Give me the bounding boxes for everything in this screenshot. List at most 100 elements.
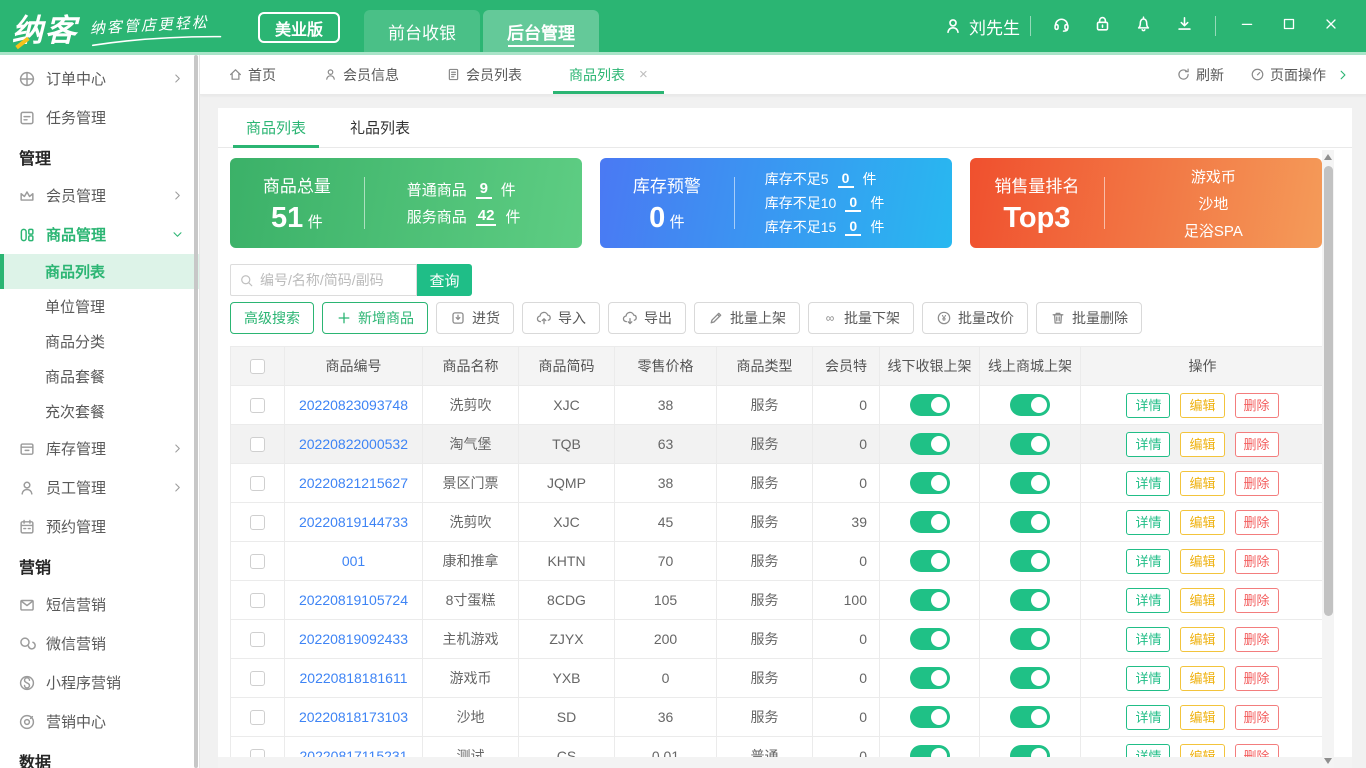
add-product-button[interactable]: 新增商品 [322, 302, 428, 334]
batch-reprice-button[interactable]: ¥ 批量改价 [922, 302, 1028, 334]
edit-button[interactable]: 编辑 [1180, 392, 1225, 418]
detail-button[interactable]: 详情 [1126, 626, 1171, 652]
gift-list-tab[interactable]: 礼品列表 [350, 108, 410, 147]
horizontal-scrollbar[interactable] [218, 757, 1352, 768]
edit-button[interactable]: 编辑 [1180, 626, 1225, 652]
bell-icon[interactable] [1134, 14, 1153, 33]
offline-cashier-toggle[interactable] [909, 667, 950, 689]
sidebar-item-inventory-management[interactable]: 库存管理 [0, 429, 199, 468]
detail-button[interactable]: 详情 [1126, 431, 1171, 457]
sidebar-item-order-center[interactable]: 订单中心 [0, 59, 199, 98]
row-checkbox[interactable] [250, 670, 265, 686]
sidebar-scrollbar[interactable] [194, 55, 198, 768]
online-mall-toggle[interactable] [1010, 511, 1050, 533]
row-checkbox[interactable] [250, 631, 265, 647]
sidebar-item-product-management[interactable]: 商品管理 [0, 215, 199, 254]
edit-button[interactable]: 编辑 [1180, 704, 1225, 730]
sidebar-item-unit-management[interactable]: 单位管理 [0, 289, 199, 324]
delete-button[interactable]: 删除 [1234, 392, 1279, 418]
product-code-link[interactable]: 20220818173103 [299, 709, 408, 725]
offline-cashier-toggle[interactable] [909, 628, 950, 650]
edit-button[interactable]: 编辑 [1180, 431, 1225, 457]
product-code-link[interactable]: 20220821215627 [299, 475, 408, 491]
batch-delete-button[interactable]: 批量删除 [1036, 302, 1142, 334]
online-mall-toggle[interactable] [1010, 667, 1050, 689]
delete-button[interactable]: 删除 [1234, 470, 1279, 496]
sidebar-item-product-list[interactable]: 商品列表 [0, 254, 199, 289]
product-list-tab[interactable]: 商品列表 × [553, 55, 664, 94]
scroll-up-arrow[interactable] [1322, 150, 1334, 164]
row-checkbox[interactable] [250, 514, 265, 530]
online-mall-toggle[interactable] [1010, 550, 1050, 572]
chevron-right-icon[interactable] [1336, 68, 1350, 82]
sidebar-item-miniprogram-marketing[interactable]: 小程序营销 [0, 663, 199, 702]
edit-button[interactable]: 编辑 [1180, 665, 1225, 691]
detail-button[interactable]: 详情 [1126, 704, 1171, 730]
edit-button[interactable]: 编辑 [1180, 509, 1225, 535]
batch-delist-button[interactable]: ∞ 批量下架 [808, 302, 914, 334]
vertical-scrollbar[interactable] [1322, 150, 1334, 768]
row-checkbox[interactable] [250, 397, 265, 413]
sidebar-item-recharge-package[interactable]: 充次套餐 [0, 394, 199, 429]
sidebar-item-product-category[interactable]: 商品分类 [0, 324, 199, 359]
sidebar-item-sms-marketing[interactable]: 短信营销 [0, 585, 199, 624]
offline-cashier-toggle[interactable] [909, 511, 950, 533]
product-code-link[interactable]: 20220818181611 [300, 670, 408, 686]
offline-cashier-toggle[interactable] [909, 433, 950, 455]
page-operations-button[interactable]: 页面操作 [1250, 65, 1326, 85]
offline-cashier-toggle[interactable] [909, 394, 950, 416]
export-button[interactable]: 导出 [608, 302, 686, 334]
home-tab[interactable]: 首页 [228, 55, 276, 94]
delete-button[interactable]: 删除 [1234, 548, 1279, 574]
scrollbar-thumb[interactable] [1323, 166, 1333, 616]
delete-button[interactable]: 删除 [1234, 587, 1279, 613]
row-checkbox[interactable] [250, 553, 265, 569]
select-all-checkbox[interactable] [250, 358, 265, 374]
online-mall-toggle[interactable] [1010, 628, 1050, 650]
product-code-link[interactable]: 20220819105724 [299, 592, 408, 608]
row-checkbox[interactable] [250, 709, 265, 725]
product-code-link[interactable]: 20220823093748 [299, 397, 408, 413]
import-button[interactable]: 导入 [522, 302, 600, 334]
sidebar-item-wechat-marketing[interactable]: 微信营销 [0, 624, 199, 663]
row-checkbox[interactable] [250, 592, 265, 608]
online-mall-toggle[interactable] [1010, 433, 1050, 455]
sidebar-item-appointment-management[interactable]: 预约管理 [0, 507, 199, 546]
close-tab-icon[interactable]: × [639, 66, 648, 83]
product-code-link[interactable]: 20220819092433 [299, 631, 408, 647]
delete-button[interactable]: 删除 [1234, 431, 1279, 457]
user-name[interactable]: 刘先生 [969, 14, 1020, 39]
online-mall-toggle[interactable] [1010, 589, 1050, 611]
sidebar-item-member-management[interactable]: 会员管理 [0, 176, 199, 215]
detail-button[interactable]: 详情 [1126, 470, 1171, 496]
row-checkbox[interactable] [250, 436, 265, 452]
advanced-search-button[interactable]: 高级搜索 [230, 302, 314, 334]
product-list-tab[interactable]: 商品列表 [232, 108, 320, 148]
close-icon[interactable] [1323, 16, 1339, 32]
edition-badge-button[interactable]: 美业版 [258, 12, 341, 43]
detail-button[interactable]: 详情 [1126, 587, 1171, 613]
product-code-link[interactable]: 20220822000532 [299, 436, 408, 452]
offline-cashier-toggle[interactable] [909, 589, 950, 611]
edit-button[interactable]: 编辑 [1180, 548, 1225, 574]
online-mall-toggle[interactable] [1010, 706, 1050, 728]
member-list-tab[interactable]: 会员列表 [446, 55, 522, 94]
row-checkbox[interactable] [250, 475, 265, 491]
online-mall-toggle[interactable] [1010, 394, 1050, 416]
query-button[interactable]: 查询 [417, 264, 472, 296]
scroll-down-arrow[interactable] [1322, 754, 1334, 768]
purchase-button[interactable]: 进货 [436, 302, 514, 334]
online-mall-toggle[interactable] [1010, 472, 1050, 494]
backend-management-tab[interactable]: 后台管理 [483, 10, 599, 52]
delete-button[interactable]: 删除 [1234, 665, 1279, 691]
product-code-link[interactable]: 001 [342, 553, 365, 569]
edit-button[interactable]: 编辑 [1180, 587, 1225, 613]
refresh-button[interactable]: 刷新 [1176, 65, 1224, 85]
delete-button[interactable]: 删除 [1234, 509, 1279, 535]
offline-cashier-toggle[interactable] [909, 706, 950, 728]
member-info-tab[interactable]: 会员信息 [323, 55, 399, 94]
detail-button[interactable]: 详情 [1126, 548, 1171, 574]
delete-button[interactable]: 删除 [1234, 626, 1279, 652]
product-code-link[interactable]: 20220819144733 [299, 514, 408, 530]
sidebar-item-marketing-center[interactable]: 营销中心 [0, 702, 199, 741]
